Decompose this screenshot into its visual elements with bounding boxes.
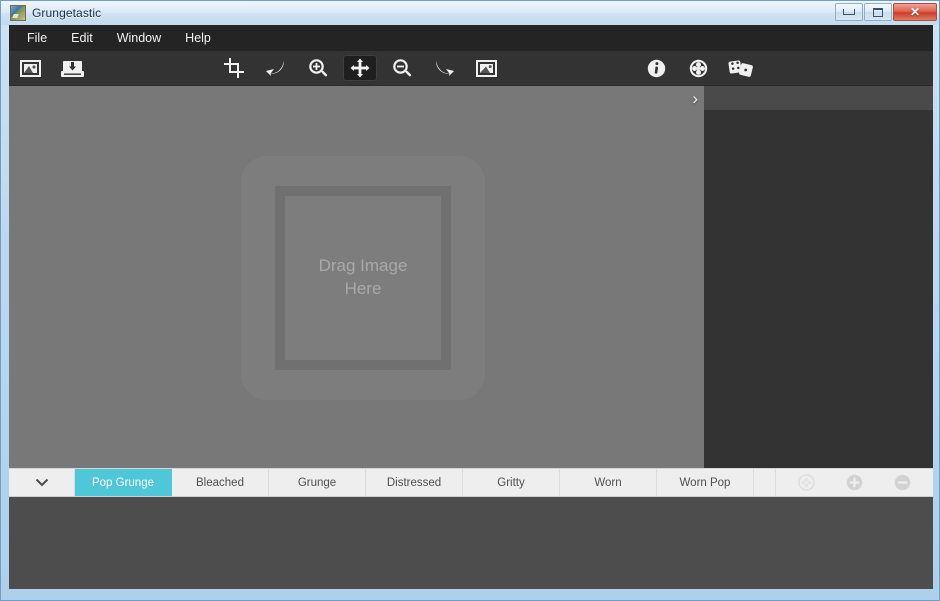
menu-item-help[interactable]: Help: [173, 27, 223, 49]
close-icon: ✕: [909, 5, 921, 19]
tab-worn-pop[interactable]: Worn Pop: [657, 469, 754, 496]
open-image-icon[interactable]: [13, 55, 47, 81]
right-panel-body[interactable]: [704, 110, 933, 468]
minimize-icon: [843, 9, 855, 15]
image-dropzone[interactable]: Drag Image Here: [241, 156, 485, 400]
dropzone-label-line2: Here: [344, 279, 382, 298]
move-icon[interactable]: [343, 55, 377, 81]
window-title: Grungetastic: [32, 6, 102, 20]
maximize-button[interactable]: [864, 3, 892, 21]
app-body: File Edit Window Help › Drag Image Here …: [9, 25, 933, 589]
info-icon[interactable]: [639, 55, 673, 81]
image-frame-icon[interactable]: [469, 55, 503, 81]
settings-clover-icon[interactable]: [681, 55, 715, 81]
right-panel: [704, 86, 933, 468]
tab-worn[interactable]: Worn: [560, 469, 657, 496]
preset-options-icon[interactable]: [797, 474, 815, 491]
minimize-button[interactable]: [835, 3, 863, 21]
save-image-icon[interactable]: [55, 55, 89, 81]
work-area: › Drag Image Here: [9, 86, 933, 468]
menu-item-window[interactable]: Window: [105, 27, 173, 49]
tab-grunge[interactable]: Grunge: [269, 469, 366, 496]
preset-dropdown-button[interactable]: [9, 469, 75, 496]
tab-gritty[interactable]: Gritty: [463, 469, 560, 496]
add-preset-icon[interactable]: [846, 474, 863, 491]
menu-bar: File Edit Window Help: [9, 25, 933, 51]
tab-bleached[interactable]: Bleached: [172, 469, 269, 496]
tab-bar-filler: [754, 469, 776, 496]
app-image-icon: [10, 5, 26, 21]
dice-icon[interactable]: [723, 55, 757, 81]
maximize-icon: [873, 7, 883, 17]
title-bar[interactable]: Grungetastic ✕: [1, 1, 939, 25]
crop-icon[interactable]: [217, 55, 251, 81]
zoom-in-icon[interactable]: [301, 55, 335, 81]
right-panel-header: [704, 86, 933, 110]
window-controls: ✕: [835, 3, 937, 21]
dropzone-label-line1: Drag Image: [318, 256, 408, 276]
dropzone-label: Drag Image Here: [319, 255, 408, 301]
application-window: Grungetastic ✕ File Edit Window Help › D…: [0, 0, 940, 601]
undo-arrow-icon[interactable]: [259, 55, 293, 81]
preset-thumbnail-panel[interactable]: [9, 497, 933, 589]
preset-tab-bar: Pop Grunge Bleached Grunge Distressed Gr…: [9, 468, 933, 497]
remove-preset-icon[interactable]: [894, 474, 911, 491]
preset-actions: [776, 469, 933, 496]
tab-distressed[interactable]: Distressed: [366, 469, 463, 496]
menu-item-file[interactable]: File: [15, 27, 59, 49]
image-canvas[interactable]: › Drag Image Here: [9, 86, 704, 468]
tab-pop-grunge[interactable]: Pop Grunge: [75, 469, 172, 496]
redo-arrow-icon[interactable]: [427, 55, 461, 81]
expand-panel-chevron-icon[interactable]: ›: [692, 90, 698, 107]
dropzone-frame: Drag Image Here: [275, 186, 451, 370]
menu-item-edit[interactable]: Edit: [59, 27, 105, 49]
close-button[interactable]: ✕: [893, 3, 937, 21]
toolbar: [9, 51, 933, 86]
chevron-down-icon: [35, 478, 48, 487]
zoom-out-icon[interactable]: [385, 55, 419, 81]
